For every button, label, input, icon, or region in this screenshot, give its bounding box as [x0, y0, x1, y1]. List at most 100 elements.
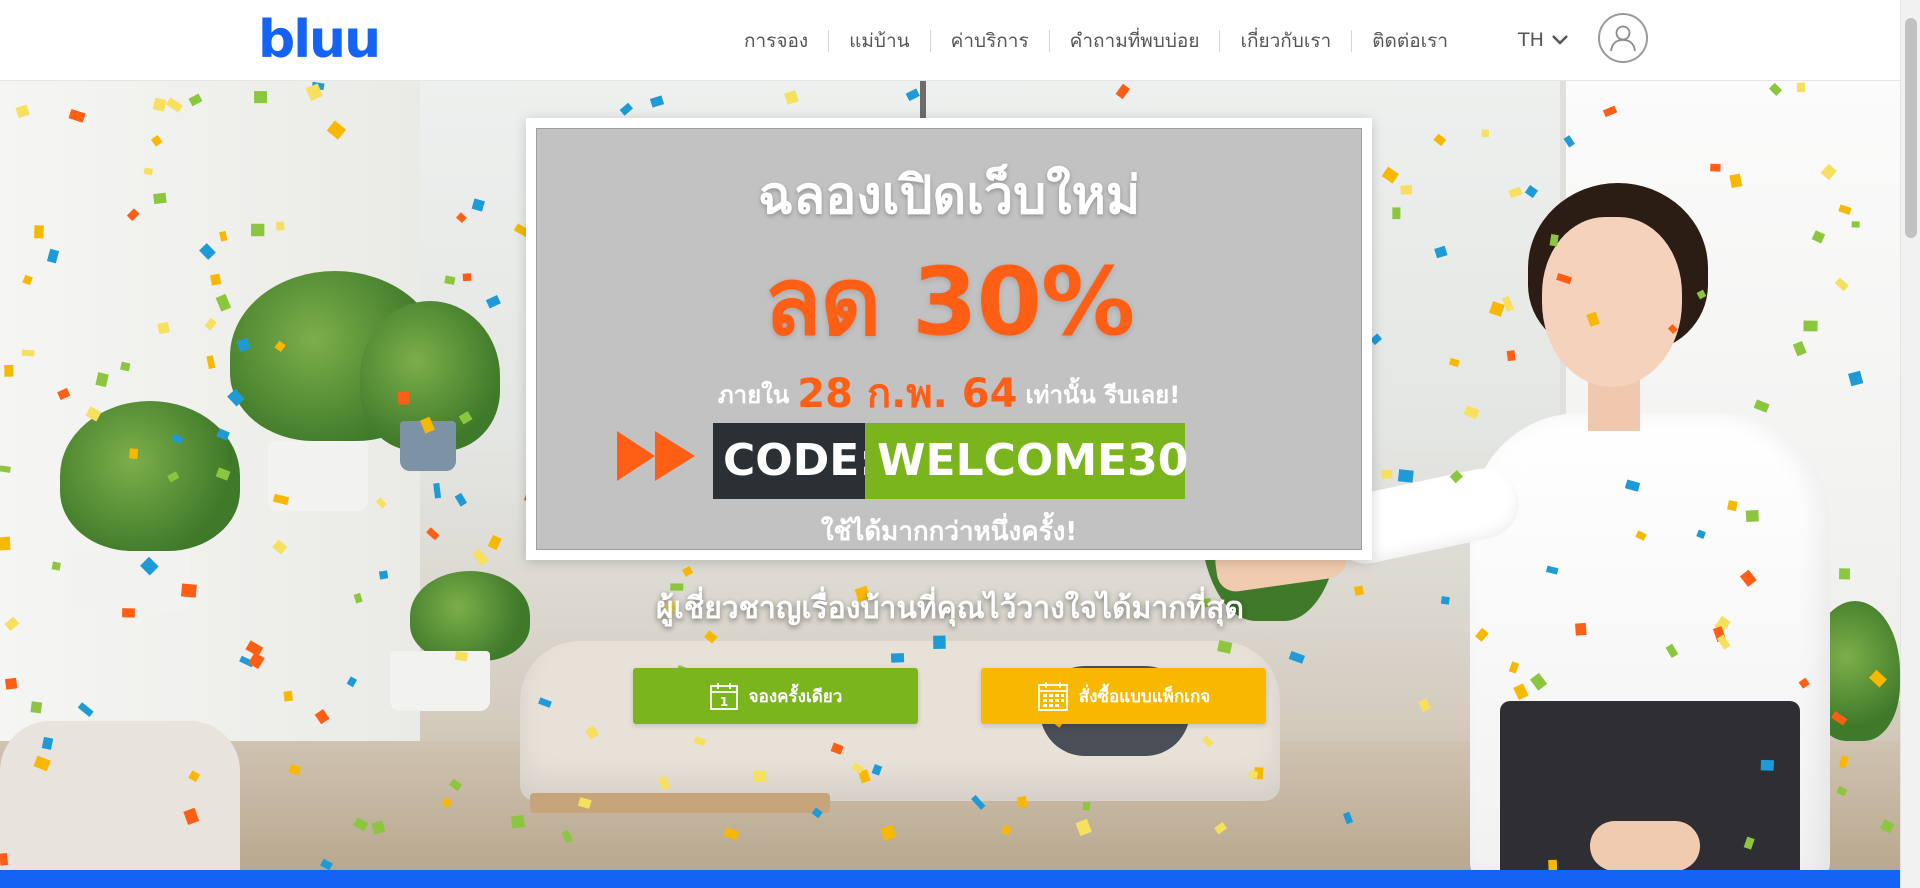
- confetti-piece: [1392, 207, 1401, 220]
- confetti-piece: [682, 566, 694, 577]
- confetti-piece: [538, 697, 552, 708]
- package-order-button[interactable]: สั่งซื้อแบบแพ็กเกจ: [981, 668, 1266, 724]
- nav-item-booking[interactable]: การจอง: [724, 29, 830, 52]
- confetti-piece: [1869, 669, 1887, 688]
- hero-section: ฉลองเปิดเว็บใหม่ ลด 30% ภายใน 28 ก.พ. 64 เ…: [0, 81, 1900, 870]
- confetti-piece: [46, 248, 60, 264]
- confetti-piece: [1017, 795, 1028, 809]
- confetti-piece: [693, 735, 707, 747]
- confetti-piece: [1248, 770, 1258, 779]
- confetti-piece: [444, 275, 456, 286]
- confetti-piece: [120, 361, 131, 372]
- confetti-piece: [199, 243, 216, 260]
- confetti-piece: [1529, 672, 1548, 691]
- calendar-day-icon: 1: [709, 683, 738, 710]
- confetti-piece: [188, 770, 201, 783]
- confetti-piece: [283, 690, 294, 702]
- nav-item-contact[interactable]: ติดต่อเรา: [1352, 30, 1468, 52]
- calendar-grid-icon: [1037, 682, 1068, 711]
- confetti-piece: [171, 433, 184, 444]
- confetti-piece: [1381, 166, 1399, 184]
- confetti-piece: [1768, 82, 1783, 96]
- confetti-piece: [471, 198, 485, 212]
- confetti-piece: [871, 764, 883, 776]
- confetti-piece: [1501, 295, 1514, 312]
- nav-item-pricing[interactable]: ค่าบริการ: [931, 29, 1050, 52]
- confetti-piece: [397, 391, 410, 405]
- confetti-piece: [1803, 320, 1818, 332]
- confetti-piece: [433, 482, 442, 499]
- promo-code-value: WELCOME30: [865, 423, 1188, 499]
- confetti-piece: [649, 95, 665, 108]
- confetti-piece: [1745, 509, 1759, 522]
- confetti-piece: [1635, 530, 1647, 541]
- confetti-piece: [1342, 811, 1354, 825]
- confetti-piece: [219, 230, 228, 242]
- confetti-piece: [346, 676, 358, 688]
- confetti-piece: [95, 372, 109, 388]
- confetti-piece: [454, 492, 468, 507]
- confetti-piece: [1836, 785, 1848, 797]
- confetti-piece: [880, 824, 897, 841]
- nav-item-faq[interactable]: คำถามที่พบบ่อย: [1050, 29, 1221, 52]
- confetti-piece: [57, 387, 71, 400]
- confetti-piece: [1880, 819, 1895, 834]
- account-button[interactable]: [1598, 13, 1648, 63]
- book-once-button[interactable]: 1 จองครั้งเดียว: [633, 668, 918, 724]
- confetti-piece: [1729, 173, 1743, 189]
- confetti-piece: [314, 709, 330, 725]
- confetti-piece: [723, 827, 740, 840]
- confetti-piece: [1489, 301, 1505, 317]
- confetti-piece: [472, 548, 489, 566]
- confetti-piece: [1513, 683, 1529, 701]
- confetti-piece: [216, 428, 230, 441]
- confetti-piece: [1481, 129, 1489, 138]
- confetti-piece: [1696, 529, 1706, 539]
- confetti-piece: [1463, 405, 1480, 420]
- confetti-piece: [85, 406, 102, 422]
- confetti-piece: [22, 274, 33, 286]
- confetti-piece: [462, 273, 472, 282]
- confetti-piece: [1397, 469, 1414, 483]
- confetti-piece: [1760, 759, 1774, 771]
- confetti-piece: [227, 388, 245, 407]
- confetti-piece: [577, 797, 592, 809]
- confetti-piece: [276, 221, 285, 231]
- confetti-piece: [320, 858, 333, 870]
- confetti-piece: [905, 88, 920, 102]
- confetti-piece: [1838, 204, 1852, 215]
- promo-banner[interactable]: ฉลองเปิดเว็บใหม่ ลด 30% ภายใน 28 ก.พ. 64 เ…: [526, 118, 1372, 560]
- confetti-piece: [830, 742, 844, 755]
- language-selector[interactable]: TH: [1518, 27, 1568, 53]
- nav-item-about[interactable]: เกี่ยวกับเรา: [1220, 29, 1353, 52]
- confetti-piece: [326, 120, 347, 140]
- confetti-piece: [4, 677, 18, 690]
- promo-discount: ลด 30%: [763, 248, 1135, 357]
- calendar-day-number: 1: [719, 695, 727, 709]
- confetti-piece: [1449, 470, 1463, 484]
- confetti-piece: [152, 97, 167, 112]
- page-scrollbar[interactable]: [1900, 0, 1920, 888]
- confetti-piece: [1288, 650, 1306, 664]
- confetti-piece: [1667, 324, 1678, 334]
- confetti-piece: [41, 736, 54, 750]
- confetti-piece: [0, 465, 11, 473]
- confetti-piece: [784, 90, 799, 105]
- confetti-piece: [890, 653, 905, 663]
- confetti-piece: [585, 725, 599, 740]
- promo-date: 28 ก.พ. 64: [797, 371, 1018, 417]
- confetti-piece: [272, 493, 290, 506]
- confetti-piece: [1214, 821, 1228, 835]
- hero-tagline: ผู้เชี่ยวชาญเรื่องบ้านที่คุณไว้วางใจได้ม…: [656, 591, 1244, 626]
- confetti-piece: [1848, 370, 1864, 387]
- promo-note: ใช้ได้มากกว่าหนึ่งครั้ง!: [820, 517, 1078, 547]
- confetti-piece: [15, 104, 30, 119]
- confetti-piece: [1524, 185, 1539, 199]
- logo[interactable]: bluu: [258, 12, 381, 68]
- confetti-piece: [4, 364, 14, 377]
- main-nav: การจอง แม่บ้าน ค่าบริการ คำถามที่พบบ่อย …: [724, 0, 1468, 81]
- confetti-piece: [1834, 277, 1849, 292]
- confetti-piece: [0, 852, 9, 866]
- scrollbar-thumb[interactable]: [1905, 18, 1917, 238]
- nav-item-maids[interactable]: แม่บ้าน: [829, 29, 931, 52]
